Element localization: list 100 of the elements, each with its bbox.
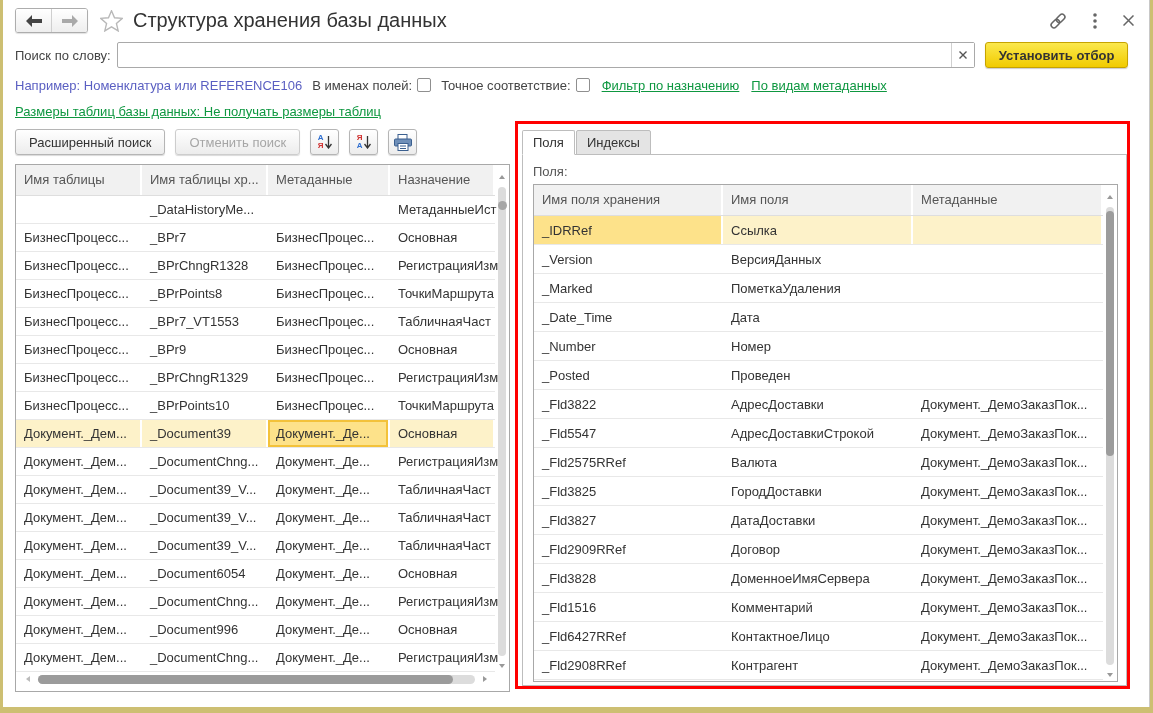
table-cell-text: _Fld2909RRef bbox=[540, 540, 627, 559]
table-cell: Ссылка bbox=[723, 216, 913, 244]
table-cell: _IDRRef bbox=[534, 216, 723, 244]
table-row[interactable]: Документ._Дем... _Document39_V... Документ._Де... ТабличнаяЧаст bbox=[16, 532, 495, 560]
table-cell-text: БизнесПроцесс... bbox=[23, 313, 130, 331]
table-cell-text: Номер bbox=[730, 337, 772, 356]
table-row[interactable]: _Date_Time Дата bbox=[534, 303, 1103, 332]
table-cell-text: БизнесПроцесс... bbox=[23, 341, 130, 359]
table-cell-text: _BPrPoints10 bbox=[148, 397, 231, 415]
column-header[interactable]: Назначение bbox=[390, 165, 495, 195]
table-row[interactable]: Документ._Дем... _Document39_V... Документ._Де... ТабличнаяЧаст bbox=[16, 504, 495, 532]
table-row[interactable]: _Fld5547 АдресДоставкиСтрокой Документ._ДемоЗаказПок... bbox=[534, 419, 1103, 448]
table-cell-text: _Fld1516 bbox=[540, 598, 598, 617]
table-row[interactable]: БизнесПроцесс... _BPr7 БизнесПроцес... Основная bbox=[16, 224, 495, 252]
table-row[interactable]: _IDRRef Ссылка bbox=[534, 216, 1103, 245]
column-header[interactable]: Метаданные bbox=[268, 165, 390, 195]
table-row[interactable]: Документ._Дем... _Document39_V... Документ._Де... ТабличнаяЧаст bbox=[16, 476, 495, 504]
table-cell-text: _Document39_V... bbox=[148, 509, 258, 527]
checkbox[interactable] bbox=[417, 78, 432, 92]
table-row[interactable]: _Fld2909RRef Договор Документ._ДемоЗаказПок... bbox=[534, 535, 1103, 564]
table-cell-text: _Document39_V... bbox=[148, 481, 258, 499]
table-row[interactable]: _Fld3828 ДоменноеИмяСервера Документ._ДемоЗаказПок... bbox=[534, 564, 1103, 593]
table-cell-text: Документ._Де... bbox=[275, 649, 371, 667]
table-cell-text: _BPrChngR1328 bbox=[148, 257, 250, 275]
table-cell: Документ._Дем... bbox=[16, 420, 142, 447]
close-icon[interactable] bbox=[1123, 15, 1134, 26]
down-arrow-icon bbox=[324, 135, 332, 149]
search-field[interactable] bbox=[116, 42, 975, 68]
checkbox[interactable] bbox=[575, 78, 590, 92]
printer-icon bbox=[393, 133, 412, 151]
table-cell-text: _DocumentChng... bbox=[148, 453, 260, 471]
table-cell-text: _Fld3822 bbox=[540, 395, 598, 414]
table-cell-text: Валюта bbox=[730, 453, 778, 472]
table-row[interactable]: Документ._Дем... _Document996 Документ._Де... Основная bbox=[16, 616, 495, 644]
table-cell-text: Документ._Де... bbox=[275, 509, 371, 527]
table-cell-text: _DocumentChng... bbox=[148, 593, 260, 611]
table-row[interactable]: _Fld3827 ДатаДоставки Документ._ДемоЗаказПок... bbox=[534, 506, 1103, 535]
table-cell-text: ГородДоставки bbox=[730, 482, 823, 501]
tab[interactable]: Поля bbox=[522, 130, 575, 155]
table-cell-text: Документ._ДемоЗаказПок... bbox=[920, 627, 1089, 646]
table-row[interactable]: _Number Номер bbox=[534, 332, 1103, 361]
table-cell-text: _Fld3828 bbox=[540, 569, 598, 588]
table-cell-text: ТабличнаяЧаст bbox=[397, 537, 492, 555]
table-cell-text: БизнесПроцес... bbox=[275, 397, 376, 415]
table-row[interactable]: _Fld3825 ГородДоставки Документ._ДемоЗаказПок... bbox=[534, 477, 1103, 506]
print-button[interactable] bbox=[388, 129, 418, 155]
search-label: Поиск по слову: bbox=[15, 47, 111, 63]
table-cell-text: _BPrPoints8 bbox=[148, 285, 224, 303]
toolbar-button[interactable]: Расширенный поиск bbox=[15, 129, 166, 155]
tab[interactable]: Индексы bbox=[575, 130, 651, 155]
link-icon[interactable] bbox=[1049, 11, 1067, 30]
table-row[interactable]: _Fld6427RRef КонтактноеЛицо Документ._ДемоЗаказПок... bbox=[534, 622, 1103, 651]
table-cell-text: Документ._Де... bbox=[275, 453, 371, 471]
column-header[interactable]: Имя таблицы bbox=[16, 165, 142, 195]
table-row[interactable]: _Fld2575RRef Валюта Документ._ДемоЗаказПок... bbox=[534, 448, 1103, 477]
table-row[interactable]: _Fld2908RRef Контрагент Документ._ДемоЗаказПок... bbox=[534, 651, 1103, 680]
table-row[interactable]: _Marked ПометкаУдаления bbox=[534, 274, 1103, 303]
star-icon[interactable] bbox=[100, 9, 123, 32]
more-icon[interactable] bbox=[1093, 12, 1097, 29]
table-cell-text: ВерсияДанных bbox=[730, 250, 823, 269]
table-cell-text: _Fld5547 bbox=[540, 424, 598, 443]
table-cell-text: КонтактноеЛицо bbox=[730, 627, 831, 646]
table-cell-text: Документ._Де... bbox=[275, 481, 371, 499]
table-cell-text: Документ._Де... bbox=[275, 537, 371, 555]
hint-text: Например: Номенклатура или REFERENCE106 bbox=[15, 77, 303, 93]
clear-button[interactable] bbox=[951, 43, 974, 67]
sort-button[interactable]: А Я bbox=[310, 129, 340, 155]
table-cell-text: _Fld3825 bbox=[540, 482, 598, 501]
table-cell-text: БизнесПроцес... bbox=[275, 369, 376, 387]
table-row[interactable]: _DataHistoryMe... МетаданныеИст bbox=[16, 196, 495, 224]
table-cell-text: Контрагент bbox=[730, 656, 800, 675]
table-cell-text: ДатаДоставки bbox=[730, 511, 817, 530]
column-header[interactable]: Имя таблицы хр... bbox=[142, 165, 268, 195]
table-cell-text: ДоменноеИмяСервера bbox=[730, 569, 871, 588]
clear-icon bbox=[959, 51, 967, 59]
link[interactable]: Фильтр по назначению bbox=[601, 77, 740, 93]
table-cell-text: БизнесПроцес... bbox=[275, 257, 376, 275]
down-arrow-icon bbox=[363, 135, 371, 149]
table-row[interactable]: _Fld3822 АдресДоставки Документ._ДемоЗаказПок... bbox=[534, 390, 1103, 419]
table-cell-text: БизнесПроцесс... bbox=[23, 257, 130, 275]
table-row[interactable]: _Posted Проведен bbox=[534, 361, 1103, 390]
table-row[interactable]: _Version ВерсияДанных bbox=[534, 245, 1103, 274]
table-cell-text: ТочкиМаршрута bbox=[397, 397, 495, 415]
table-cell-text: БизнесПроцес... bbox=[275, 285, 376, 303]
table-row[interactable]: БизнесПроцесс... _BPrPoints8 БизнесПроцес... ТочкиМаршрута bbox=[16, 280, 495, 308]
sort-button[interactable]: Я А bbox=[349, 129, 379, 155]
link[interactable]: По видам метаданных bbox=[751, 77, 887, 93]
apply-filter-button[interactable]: Установить отбор bbox=[985, 42, 1128, 68]
table-cell-text: Документ._ДемоЗаказПок... bbox=[920, 482, 1089, 501]
table-cell-text: Документ._Дем... bbox=[23, 593, 128, 611]
table-row[interactable]: _Fld1516 Комментарий Документ._ДемоЗаказПок... bbox=[534, 593, 1103, 622]
link[interactable]: Размеры таблиц базы данных: Не получать размеры таблиц bbox=[15, 103, 381, 119]
option-label: В именах полей: bbox=[312, 77, 413, 93]
table-row[interactable]: Документ._Дем... _Document6054 Документ._Де... Основная bbox=[16, 560, 495, 588]
table-cell-text: Документ._ДемоЗаказПок... bbox=[920, 395, 1089, 414]
back-button[interactable] bbox=[16, 9, 51, 32]
table-row[interactable]: БизнесПроцесс... _BPr9 БизнесПроцес... Основная bbox=[16, 336, 495, 364]
table-row[interactable]: Документ._Дем... _Document39 Документ._Де... Основная bbox=[16, 420, 495, 448]
table-row[interactable]: БизнесПроцесс... _BPr7_VT1553 БизнесПроцес... ТабличнаяЧаст bbox=[16, 308, 495, 336]
table-cell-text: Документ._Дем... bbox=[23, 509, 128, 527]
